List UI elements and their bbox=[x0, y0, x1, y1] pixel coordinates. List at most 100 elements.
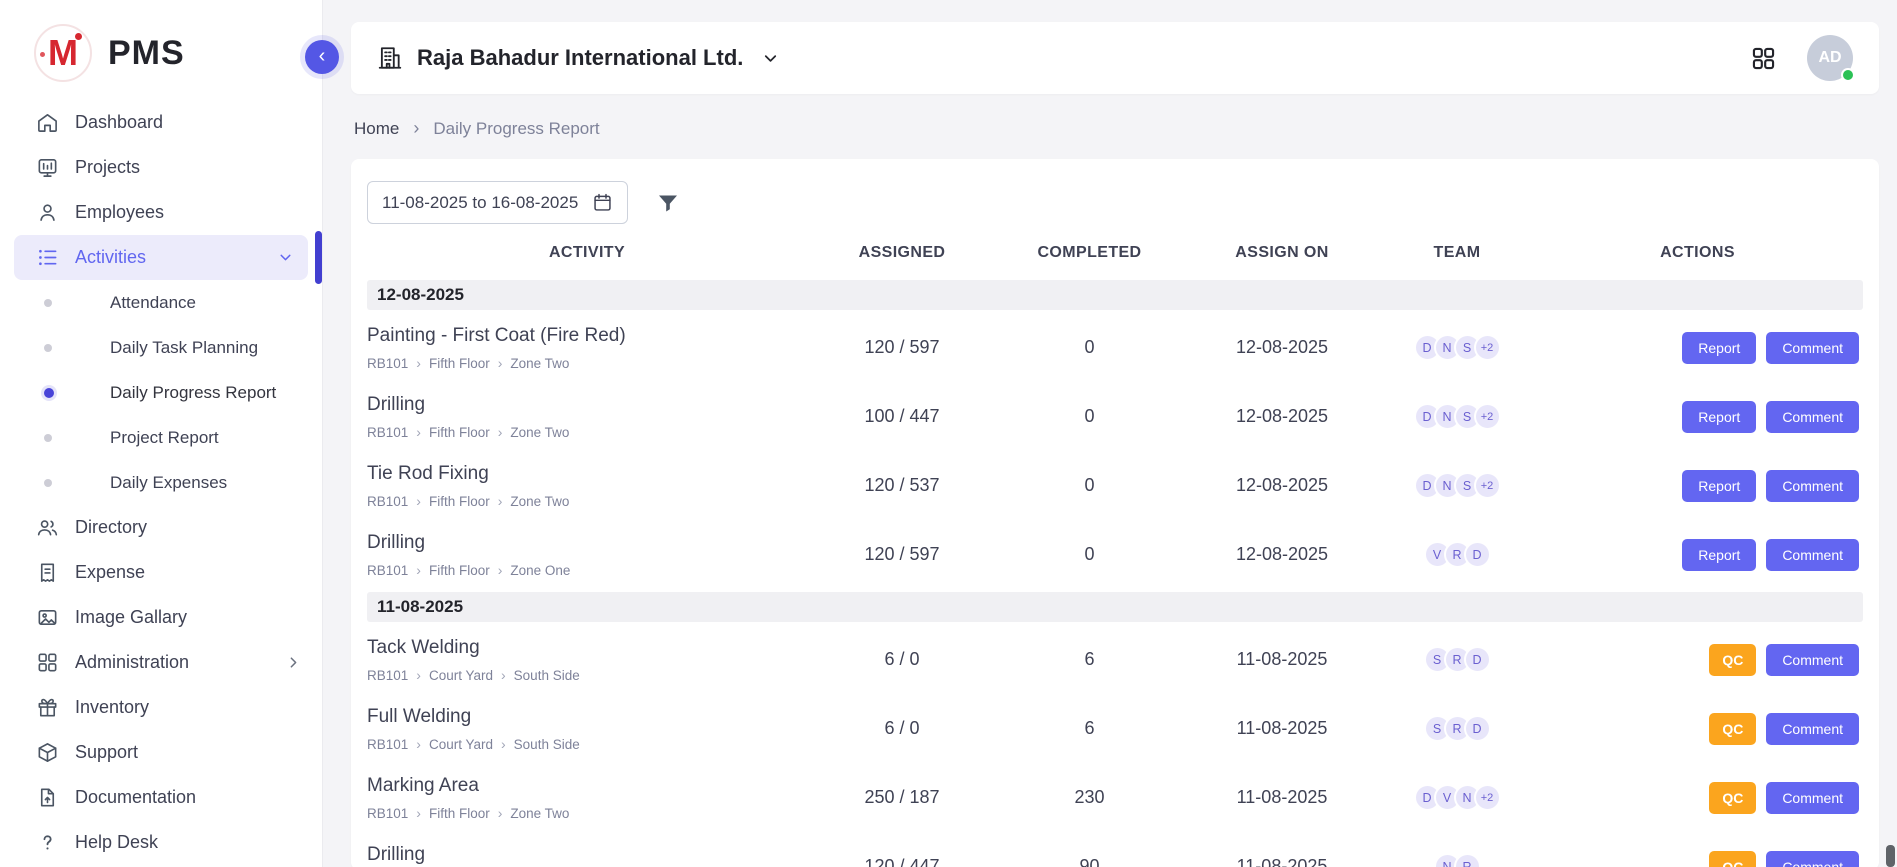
sidebar-item-label: Activities bbox=[75, 247, 146, 268]
assign-on-value: 12-08-2025 bbox=[1182, 475, 1382, 496]
sidebar-item-documentation[interactable]: Documentation bbox=[0, 775, 322, 820]
sidebar-item-label: Administration bbox=[75, 652, 189, 673]
comment-button[interactable]: Comment bbox=[1766, 851, 1859, 867]
table-row: Full WeldingRB101›Court Yard›South Side6… bbox=[367, 694, 1863, 763]
table-row: Painting - First Coat (Fire Red)RB101›Fi… bbox=[367, 313, 1863, 382]
app-logo[interactable]: M PMS bbox=[0, 0, 322, 96]
path-segment: Zone Two bbox=[510, 356, 569, 371]
sidebar-item-image-gallary[interactable]: Image Gallary bbox=[0, 595, 322, 640]
activity-cell: Marking AreaRB101›Fifth Floor›Zone Two bbox=[367, 767, 807, 829]
date-range-input[interactable]: 11-08-2025 to 16-08-2025 bbox=[367, 181, 628, 224]
qc-button[interactable]: QC bbox=[1709, 644, 1756, 676]
sidebar-item-directory[interactable]: Directory bbox=[0, 505, 322, 550]
team-avatar: D bbox=[1464, 715, 1491, 742]
sidebar-item-support[interactable]: Support bbox=[0, 730, 322, 775]
helpdesk-icon bbox=[36, 831, 59, 854]
sidebar-collapse-button[interactable]: ‹ bbox=[305, 40, 339, 74]
column-header-assigned: ASSIGNED bbox=[807, 244, 997, 262]
sidebar-item-activities[interactable]: Activities bbox=[14, 235, 308, 280]
report-button[interactable]: Report bbox=[1682, 401, 1756, 433]
completed-value: 0 bbox=[997, 475, 1182, 496]
table-row: DrillingRB101›Fifth Floor›Zone One120 / … bbox=[367, 520, 1863, 589]
sidebar-subitem-daily-task-planning[interactable]: Daily Task Planning bbox=[0, 325, 322, 370]
activity-cell: DrillingRB101›Fifth Floor›Zone Two bbox=[367, 836, 807, 867]
completed-value: 6 bbox=[997, 649, 1182, 670]
sidebar-subitem-daily-progress-report[interactable]: Daily Progress Report bbox=[0, 370, 322, 415]
chevron-right-icon bbox=[285, 654, 302, 671]
report-button[interactable]: Report bbox=[1682, 332, 1756, 364]
breadcrumb-home[interactable]: Home bbox=[354, 119, 399, 139]
group-date-label: 11-08-2025 bbox=[377, 597, 463, 616]
team-cell: DNS+2 bbox=[1382, 403, 1532, 430]
sidebar-subitem-project-report[interactable]: Project Report bbox=[0, 415, 322, 460]
team-more-badge[interactable]: +2 bbox=[1474, 334, 1501, 361]
team-more-badge[interactable]: +2 bbox=[1474, 403, 1501, 430]
sidebar-item-label: Dashboard bbox=[75, 112, 163, 133]
path-segment: South Side bbox=[514, 668, 580, 683]
bullet-icon bbox=[44, 388, 54, 398]
team-cell: DVN+2 bbox=[1382, 784, 1532, 811]
chevron-right-icon: › bbox=[416, 494, 421, 508]
column-header-assign-on: ASSIGN ON bbox=[1182, 244, 1382, 262]
qc-button[interactable]: QC bbox=[1709, 713, 1756, 745]
comment-button[interactable]: Comment bbox=[1766, 782, 1859, 814]
apps-grid-icon[interactable] bbox=[1750, 45, 1777, 72]
inventory-icon bbox=[36, 696, 59, 719]
assigned-value: 120 / 597 bbox=[807, 337, 997, 358]
sidebar-item-projects[interactable]: Projects bbox=[0, 145, 322, 190]
comment-button[interactable]: Comment bbox=[1766, 401, 1859, 433]
company-name: Raja Bahadur International Ltd. bbox=[417, 45, 743, 71]
breadcrumb-current: Daily Progress Report bbox=[433, 119, 599, 139]
comment-button[interactable]: Comment bbox=[1766, 332, 1859, 364]
comment-button[interactable]: Comment bbox=[1766, 713, 1859, 745]
chevron-right-icon: › bbox=[501, 737, 506, 751]
assigned-value: 100 / 447 bbox=[807, 406, 997, 427]
chevron-right-icon: › bbox=[498, 494, 503, 508]
employees-icon bbox=[36, 201, 59, 224]
activity-cell: Tack WeldingRB101›Court Yard›South Side bbox=[367, 629, 807, 691]
company-selector[interactable]: Raja Bahadur International Ltd. bbox=[377, 45, 780, 71]
scrollbar-thumb[interactable] bbox=[1886, 845, 1895, 867]
sidebar-item-label: Projects bbox=[75, 157, 140, 178]
sidebar-subitem-daily-expenses[interactable]: Daily Expenses bbox=[0, 460, 322, 505]
sidebar-item-label: Employees bbox=[75, 202, 164, 223]
comment-button[interactable]: Comment bbox=[1766, 644, 1859, 676]
sidebar-subitem-attendance[interactable]: Attendance bbox=[0, 280, 322, 325]
assign-on-value: 11-08-2025 bbox=[1182, 718, 1382, 739]
path-segment: Zone One bbox=[510, 563, 570, 578]
team-cell: SRD bbox=[1382, 715, 1532, 742]
sidebar-item-employees[interactable]: Employees bbox=[0, 190, 322, 235]
chevron-right-icon: › bbox=[498, 563, 503, 577]
online-status-dot bbox=[1841, 68, 1855, 82]
chevron-right-icon: › bbox=[498, 806, 503, 820]
assigned-value: 120 / 537 bbox=[807, 475, 997, 496]
table-row: Tie Rod FixingRB101›Fifth Floor›Zone Two… bbox=[367, 451, 1863, 520]
comment-button[interactable]: Comment bbox=[1766, 539, 1859, 571]
sidebar-item-administration[interactable]: Administration bbox=[0, 640, 322, 685]
comment-button[interactable]: Comment bbox=[1766, 470, 1859, 502]
filter-icon[interactable] bbox=[656, 191, 680, 215]
report-button[interactable]: Report bbox=[1682, 539, 1756, 571]
user-avatar[interactable]: AD bbox=[1807, 35, 1853, 81]
table-header-row: ACTIVITYASSIGNEDCOMPLETEDASSIGN ONTEAMAC… bbox=[367, 224, 1863, 277]
assign-on-value: 11-08-2025 bbox=[1182, 856, 1382, 867]
assign-on-value: 11-08-2025 bbox=[1182, 649, 1382, 670]
date-range-value: 11-08-2025 to 16-08-2025 bbox=[382, 193, 578, 213]
actions-cell: Report Comment bbox=[1532, 470, 1863, 502]
sidebar-item-expense[interactable]: Expense bbox=[0, 550, 322, 595]
qc-button[interactable]: QC bbox=[1709, 782, 1756, 814]
chevron-right-icon: › bbox=[413, 118, 419, 139]
chevron-right-icon: › bbox=[416, 425, 421, 439]
sidebar-item-dashboard[interactable]: Dashboard bbox=[0, 100, 322, 145]
sidebar: M PMS ‹ DashboardProjectsEmployeesActivi… bbox=[0, 0, 323, 867]
path-segment: Court Yard bbox=[429, 737, 493, 752]
sidebar-item-help-desk[interactable]: Help Desk bbox=[0, 820, 322, 865]
sidebar-item-inventory[interactable]: Inventory bbox=[0, 685, 322, 730]
completed-value: 230 bbox=[997, 787, 1182, 808]
qc-button[interactable]: QC bbox=[1709, 851, 1756, 867]
team-more-badge[interactable]: +2 bbox=[1474, 472, 1501, 499]
team-more-badge[interactable]: +2 bbox=[1474, 784, 1501, 811]
path-segment: RB101 bbox=[367, 425, 408, 440]
report-button[interactable]: Report bbox=[1682, 470, 1756, 502]
support-icon bbox=[36, 741, 59, 764]
